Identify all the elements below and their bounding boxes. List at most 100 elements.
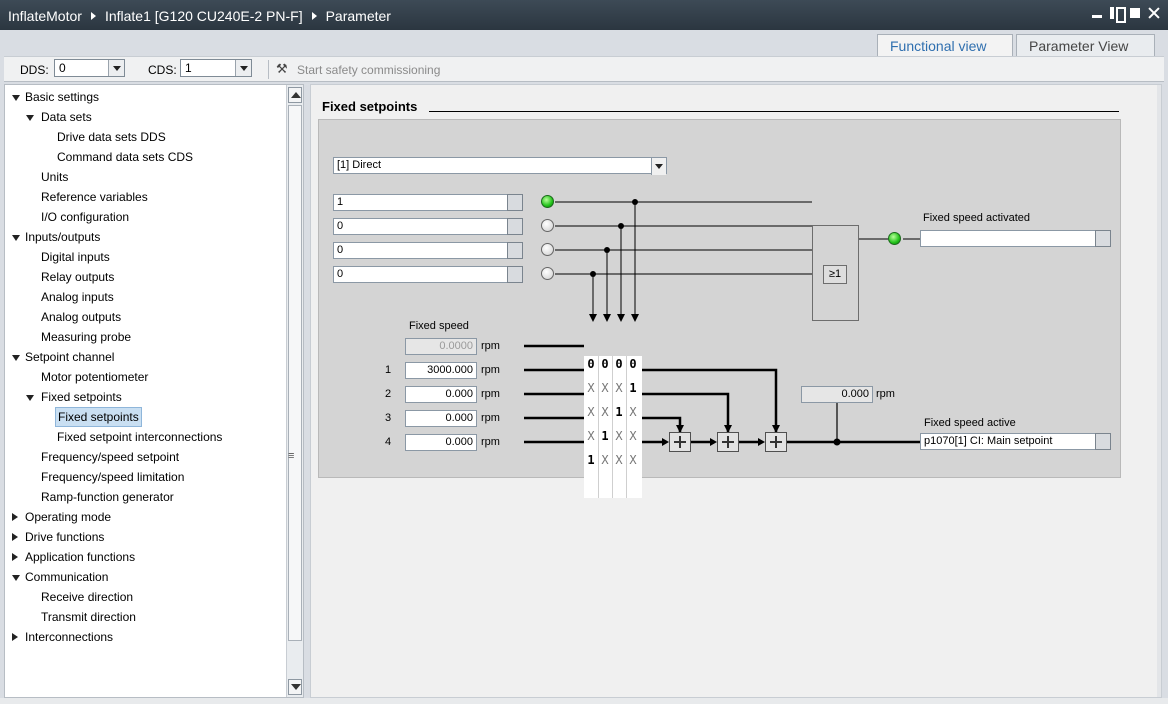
tree-item[interactable]: Motor potentiometer — [5, 367, 286, 387]
tree-item[interactable]: Drive data sets DDS — [5, 127, 286, 147]
bit-input-0[interactable]: 1 — [333, 194, 508, 211]
tree-item[interactable]: Receive direction — [5, 587, 286, 607]
tab-parameter-view[interactable]: Parameter View — [1016, 34, 1155, 56]
tree-item[interactable]: Command data sets CDS — [5, 147, 286, 167]
breadcrumb-project[interactable]: InflateMotor — [8, 8, 82, 24]
collapse-right-icon[interactable] — [12, 553, 18, 561]
expand-down-icon[interactable] — [26, 115, 34, 121]
tree-item-label: Measuring probe — [41, 330, 132, 344]
tree-item[interactable]: Data sets — [5, 107, 286, 127]
tree-item-label: Inputs/outputs — [25, 230, 101, 244]
tree-item[interactable]: Fixed setpoints — [5, 407, 286, 427]
selection-matrix: 0000XXX1XX1XX1XX1XXX — [584, 356, 642, 498]
tree-item[interactable]: Digital inputs — [5, 247, 286, 267]
speed-field-4[interactable]: 0.000 — [405, 434, 477, 451]
minimize-icon[interactable] — [1091, 7, 1103, 19]
speed-index-2: 2 — [385, 388, 392, 400]
chevron-down-icon[interactable] — [651, 158, 666, 175]
tree-item[interactable]: Ramp-function generator — [5, 487, 286, 507]
browse-button-3[interactable] — [507, 266, 523, 283]
speed-unit-2: rpm — [481, 388, 500, 400]
fixed-speed-active-field[interactable]: p1070[1] CI: Main setpoint — [920, 433, 1096, 450]
fixed-speed-activated-browse-button[interactable] — [1095, 230, 1111, 247]
speed-field-1[interactable]: 3000.000 — [405, 362, 477, 379]
fixed-speed-activated-field[interactable] — [920, 230, 1096, 247]
matrix-cell: X — [601, 381, 609, 395]
tree-item-label: Analog inputs — [41, 290, 114, 304]
bit-input-1[interactable]: 0 — [333, 218, 508, 235]
tools-icon[interactable]: ⚒ — [276, 62, 290, 76]
collapse-right-icon[interactable] — [12, 533, 18, 541]
dds-label: DDS: — [20, 63, 49, 77]
tree-item[interactable]: Transmit direction — [5, 607, 286, 627]
tree-item[interactable]: Analog outputs — [5, 307, 286, 327]
tree-item[interactable]: Reference variables — [5, 187, 286, 207]
tree-item-label: Fixed setpoint interconnections — [57, 430, 223, 444]
start-safety-commissioning-button[interactable]: Start safety commissioning — [297, 63, 440, 77]
tree-item[interactable]: Relay outputs — [5, 267, 286, 287]
collapse-right-icon[interactable] — [12, 513, 18, 521]
tree-item[interactable]: Operating mode — [5, 507, 286, 527]
tree-item[interactable]: Drive functions — [5, 527, 286, 547]
scroll-down-icon[interactable] — [288, 679, 302, 695]
tree-item[interactable]: Analog inputs — [5, 287, 286, 307]
expand-down-icon[interactable] — [12, 95, 20, 101]
expand-down-icon[interactable] — [26, 395, 34, 401]
section-divider — [429, 111, 1119, 112]
toolbar: DDS: 0 CDS: 1 ⚒ Start safety commissioni… — [4, 56, 1164, 82]
dds-select[interactable]: 0 — [54, 59, 125, 77]
tree-item-label: Frequency/speed setpoint — [41, 450, 180, 464]
tree-item[interactable]: Setpoint channel — [5, 347, 286, 367]
tree-item[interactable]: Inputs/outputs — [5, 227, 286, 247]
browse-button-0[interactable] — [507, 194, 523, 211]
tab-functional-view[interactable]: Functional view — [877, 34, 1013, 56]
chevron-down-icon[interactable] — [235, 60, 251, 76]
bit-status-led-1 — [541, 219, 554, 232]
fixed-setpoints-diagram: [1] Direct 1 0 0 0 ≥1 Fixed speed activa… — [318, 119, 1121, 498]
maximize-icon[interactable] — [1129, 7, 1141, 19]
scroll-thumb[interactable] — [288, 105, 302, 641]
fixed-speed-active-browse-button[interactable] — [1095, 433, 1111, 450]
splitter-grip-icon[interactable]: ≡ — [288, 450, 294, 462]
expand-down-icon[interactable] — [12, 235, 20, 241]
adder-1 — [669, 432, 691, 452]
bit-input-2[interactable]: 0 — [333, 242, 508, 259]
breadcrumb-device[interactable]: Inflate1 [G120 CU240E-2 PN-F] — [105, 8, 303, 24]
tree-item[interactable]: I/O configuration — [5, 207, 286, 227]
tree-item-label: I/O configuration — [41, 210, 130, 224]
tree-item-label: Reference variables — [41, 190, 148, 204]
float-window-icon[interactable] — [1110, 7, 1126, 23]
section-title: Fixed setpoints — [322, 99, 418, 114]
tree-item[interactable]: Frequency/speed setpoint — [5, 447, 286, 467]
tree-item[interactable]: Frequency/speed limitation — [5, 467, 286, 487]
fixed-speed-activated-led — [888, 232, 901, 245]
main-scrollbar[interactable] — [1157, 85, 1161, 697]
expand-down-icon[interactable] — [12, 355, 20, 361]
tree-item[interactable]: Interconnections — [5, 627, 286, 647]
tree-item[interactable]: Application functions — [5, 547, 286, 567]
cds-label: CDS: — [148, 63, 177, 77]
tree-item[interactable]: Units — [5, 167, 286, 187]
close-icon[interactable] — [1148, 7, 1160, 19]
tree-scrollbar[interactable] — [286, 85, 303, 697]
browse-button-1[interactable] — [507, 218, 523, 235]
or-gate: ≥1 — [823, 265, 847, 284]
speed-field-3[interactable]: 0.000 — [405, 410, 477, 427]
matrix-cell: X — [629, 429, 637, 443]
tree-item[interactable]: Basic settings — [5, 87, 286, 107]
bit-input-3[interactable]: 0 — [333, 266, 508, 283]
tree-item[interactable]: Measuring probe — [5, 327, 286, 347]
tree-item[interactable]: Fixed setpoint interconnections — [5, 427, 286, 447]
browse-button-2[interactable] — [507, 242, 523, 259]
speed-field-2[interactable]: 0.000 — [405, 386, 477, 403]
tree-item[interactable]: Communication — [5, 567, 286, 587]
tree-item-label: Fixed setpoints — [55, 407, 142, 427]
collapse-right-icon[interactable] — [12, 633, 18, 641]
tree-item[interactable]: Fixed setpoints — [5, 387, 286, 407]
chevron-down-icon[interactable] — [108, 60, 124, 76]
expand-down-icon[interactable] — [12, 575, 20, 581]
mode-select[interactable]: [1] Direct — [333, 157, 667, 175]
breadcrumb-page[interactable]: Parameter — [326, 8, 391, 24]
scroll-up-icon[interactable] — [288, 87, 302, 103]
cds-select[interactable]: 1 — [180, 59, 252, 77]
